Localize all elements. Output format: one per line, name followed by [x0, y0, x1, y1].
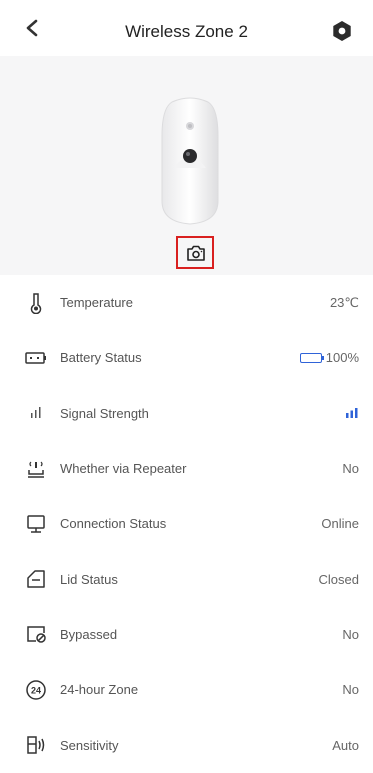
- battery-percent: 100%: [325, 350, 359, 366]
- monitor-icon: [24, 512, 48, 536]
- settings-button[interactable]: [331, 20, 353, 42]
- signal-bars-icon: [346, 408, 358, 419]
- list-item-signal-strength: Signal Strength: [0, 386, 373, 441]
- battery-icon: [24, 346, 48, 370]
- row-value: 23℃: [329, 294, 359, 310]
- list-item-battery-status: Battery Status 100%: [0, 330, 373, 385]
- repeater-icon: [24, 457, 48, 481]
- battery-level-bar: [299, 352, 324, 363]
- row-label: Sensitivity: [60, 737, 119, 753]
- row-label: Lid Status: [60, 571, 118, 587]
- gear-icon: [333, 21, 351, 41]
- row-label: Connection Status: [60, 516, 167, 532]
- list-item-repeater: Whether via Repeater No: [0, 441, 373, 496]
- bypass-icon: [24, 622, 48, 646]
- list-item-sensitivity: Sensitivity Auto: [0, 717, 373, 772]
- page-title: Wireless Zone 2: [125, 22, 248, 41]
- chevron-left-icon: [26, 19, 38, 37]
- row-label: Temperature: [60, 295, 133, 311]
- device-image: [161, 97, 219, 225]
- list-item-connection-status: Connection Status Online: [0, 496, 373, 551]
- list-item-temperature: Temperature 23℃: [0, 275, 373, 330]
- row-label: Whether via Repeater: [60, 461, 187, 477]
- row-value: Online: [321, 516, 359, 532]
- back-button[interactable]: [22, 17, 46, 41]
- row-label: Bypassed: [60, 626, 118, 642]
- signal-icon: [24, 401, 48, 425]
- row-value: Closed: [318, 571, 359, 587]
- camera-capture-icon: [187, 245, 205, 261]
- row-label: 24-hour Zone: [60, 682, 139, 698]
- header-bar: Wireless Zone 2: [0, 0, 373, 56]
- device-preview: [0, 56, 373, 275]
- row-value: No: [342, 461, 359, 477]
- thermometer-icon: [24, 291, 48, 315]
- list-item-bypassed: Bypassed No: [0, 607, 373, 662]
- 24h-zone-icon-text: 24: [31, 685, 41, 695]
- 24h-zone-icon: 24: [24, 678, 48, 702]
- row-label: Battery Status: [60, 350, 142, 366]
- lid-icon: [24, 567, 48, 591]
- row-label: Signal Strength: [60, 405, 149, 421]
- list-item-lid-status: Lid Status Closed: [0, 551, 373, 606]
- status-list: Temperature 23℃ Battery Status 100% Sign: [0, 275, 373, 773]
- list-item-24-hour-zone: 24 24-hour Zone No: [0, 662, 373, 717]
- row-value: Auto: [332, 737, 359, 753]
- capture-button[interactable]: [176, 236, 214, 269]
- sensitivity-icon: [24, 733, 48, 757]
- row-value: 100%: [299, 350, 359, 366]
- row-value: No: [342, 626, 359, 642]
- row-value: No: [342, 682, 359, 698]
- signal-strength-indicator: [345, 407, 359, 419]
